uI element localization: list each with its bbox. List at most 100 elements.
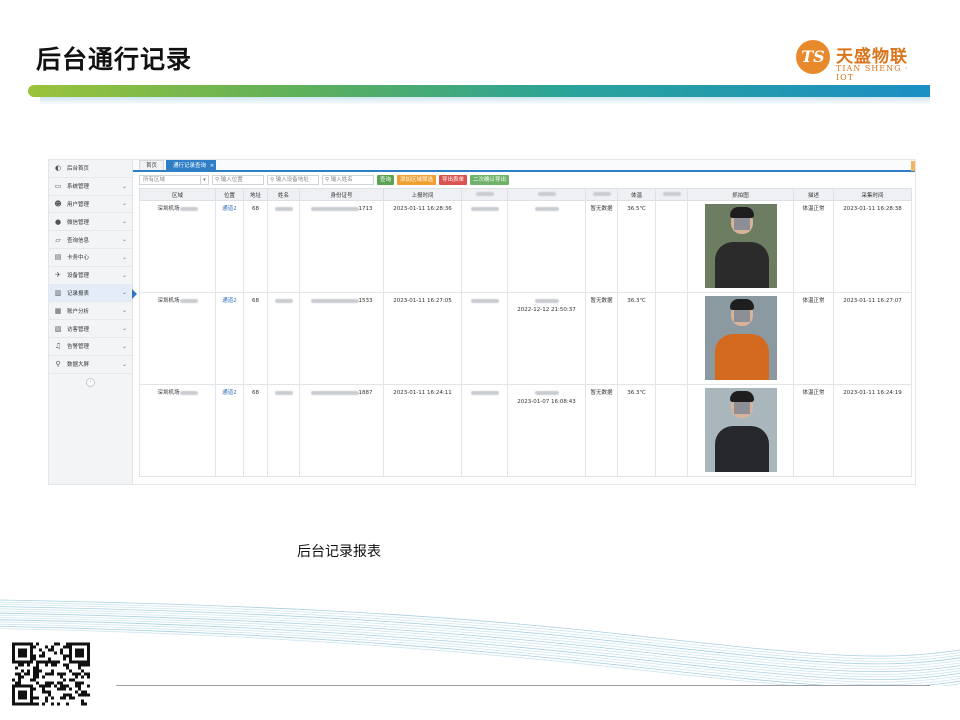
qr-module (63, 663, 66, 667)
location-link[interactable]: 通道2 (222, 206, 237, 212)
qr-module (81, 669, 84, 673)
close-icon[interactable]: × (210, 161, 214, 171)
toolbar-button-1[interactable]: 添加区域筛选 (397, 175, 437, 185)
sidebar-item-10[interactable]: ♫ 告警管理 ⌄ (49, 338, 132, 356)
area-select[interactable]: 所有区域 ▾ (139, 175, 209, 185)
cell-collect-time: 2023-01-11 16:27:07 (833, 292, 912, 385)
search-input-1[interactable]: ⚲ 输入设备地址 (267, 175, 319, 185)
qr-module (18, 693, 21, 697)
qr-module (18, 672, 21, 676)
qr-module (24, 660, 27, 664)
cell-redacted-time: 2023-01-07 16:08:43 (507, 384, 586, 477)
capture-photo[interactable] (704, 204, 777, 288)
qr-module (12, 657, 15, 661)
qr-module (30, 660, 33, 664)
sidebar-item-2[interactable]: ☻ 用户管理 ⌄ (49, 196, 132, 214)
qr-module (84, 672, 87, 676)
toolbar-button-0[interactable]: 查询 (377, 175, 395, 185)
redacted-text (274, 390, 293, 395)
qr-module (33, 696, 36, 700)
qr-module (12, 642, 15, 646)
qr-module (42, 654, 45, 658)
qr-module (12, 654, 15, 658)
tab-0[interactable]: 首页 (139, 160, 165, 170)
sidebar-item-4[interactable]: ▱ 查询信息 ⌄ (49, 231, 132, 249)
qr-module (39, 684, 42, 688)
chevron-down-icon: ⌄ (121, 342, 127, 350)
photo-person-hair (729, 299, 754, 310)
photo-face-mask (733, 402, 750, 414)
tab-bar: 首页 通行记录查询 × (133, 160, 915, 172)
qr-module (66, 645, 69, 649)
qr-module (72, 660, 75, 664)
sidebar-item-3[interactable]: ● 微信管理 ⌄ (49, 213, 132, 232)
toolbar-button-3[interactable]: 二次确认导出 (470, 175, 510, 185)
qr-module (27, 642, 30, 646)
qr-module (63, 693, 66, 697)
sidebar-item-11[interactable]: ⚲ 数据大屏 ⌄ (49, 356, 132, 374)
qr-module (72, 696, 75, 700)
qr-module (54, 642, 57, 646)
column-header-3: 姓名 (267, 188, 300, 201)
location-link[interactable]: 通道2 (222, 298, 237, 304)
sidebar-item-1[interactable]: ▭ 系统管理 ⌄ (49, 178, 132, 196)
id-number-tail: 1887 (358, 390, 373, 396)
qr-module (57, 687, 60, 691)
qr-module (18, 642, 21, 646)
qr-module (18, 702, 21, 706)
chevron-down-icon: ⌄ (121, 325, 127, 333)
qr-module (78, 648, 81, 652)
table-row: 深圳机场 通道2 68 1887 2023-01-11 16:24:11 2023-01-… (139, 384, 912, 477)
qr-module (30, 657, 33, 661)
qr-module (30, 648, 33, 652)
photo-person-body (714, 242, 769, 288)
sidebar-item-9[interactable]: ▧ 访客管理 ⌄ (49, 320, 132, 338)
qr-module (30, 696, 33, 700)
search-input-2[interactable]: ⚲ 输入姓名 (322, 175, 374, 185)
qr-module (69, 651, 72, 655)
qr-module (51, 681, 54, 685)
qr-module (12, 645, 15, 649)
cell-id-number: 1887 (299, 384, 384, 477)
qr-module (75, 654, 78, 658)
search-input-placeholder: 输入位置 (220, 177, 243, 183)
search-input-0[interactable]: ⚲ 输入位置 (212, 175, 264, 185)
toolbar-button-2[interactable]: 导出表单 (439, 175, 468, 185)
sidebar-collapse-button[interactable]: ‹ (86, 378, 95, 387)
cell-id-number: 1533 (299, 292, 384, 385)
capture-photo[interactable] (704, 296, 777, 380)
id-number-tail: 1533 (358, 298, 373, 304)
qr-module (12, 693, 15, 697)
qr-module (24, 693, 27, 697)
cell-name (267, 292, 300, 385)
tab-scroll-handle[interactable] (911, 161, 915, 171)
column-header-label: 体温 (630, 192, 642, 199)
monitor-icon: ▭ (54, 182, 62, 191)
logo-mark-icon: TS (796, 40, 830, 74)
qr-module (63, 672, 66, 676)
sidebar-item-0[interactable]: ◐ 后台首页 (49, 160, 132, 178)
qr-module (48, 693, 51, 697)
qr-module (48, 672, 51, 676)
column-header-5: 上报时间 (383, 188, 462, 201)
sidebar-item-6[interactable]: ✈ 设备管理 ⌄ (49, 267, 132, 285)
qr-module (54, 684, 57, 688)
sidebar-item-label: 账户分析 (67, 308, 90, 315)
qr-module (66, 684, 69, 688)
tab-1[interactable]: 通行记录查询 × (166, 160, 217, 171)
report-time: 2023-01-11 16:28:36 (393, 206, 452, 212)
sidebar-item-5[interactable]: ▤ 卡务中心 ⌄ (49, 249, 132, 267)
location-link[interactable]: 通道2 (222, 390, 237, 396)
qr-module (51, 648, 54, 652)
sidebar: ◐ 后台首页 ▭ 系统管理 ⌄ ☻ 用户管理 ⌄ ● 微信管理 ⌄ ▱ 查询信息 ⌄ ▤ 卡务中心 ⌄ ✈ 设备管理… (49, 160, 137, 484)
sidebar-item-8[interactable]: ▦ 账户分析 ⌄ (49, 302, 132, 321)
chevron-down-icon: ⌄ (121, 182, 127, 190)
sidebar-item-label: 设备管理 (67, 273, 90, 280)
sidebar-item-7[interactable]: ▥ 记录报表 ⌄ (49, 284, 137, 303)
qr-module (12, 684, 15, 688)
qr-module (63, 678, 66, 682)
cell-report-time: 2023-01-11 16:28:36 (383, 200, 462, 293)
redacted-header (537, 192, 556, 196)
temperature-value: 36.3℃ (627, 390, 646, 396)
capture-photo[interactable] (704, 388, 777, 472)
